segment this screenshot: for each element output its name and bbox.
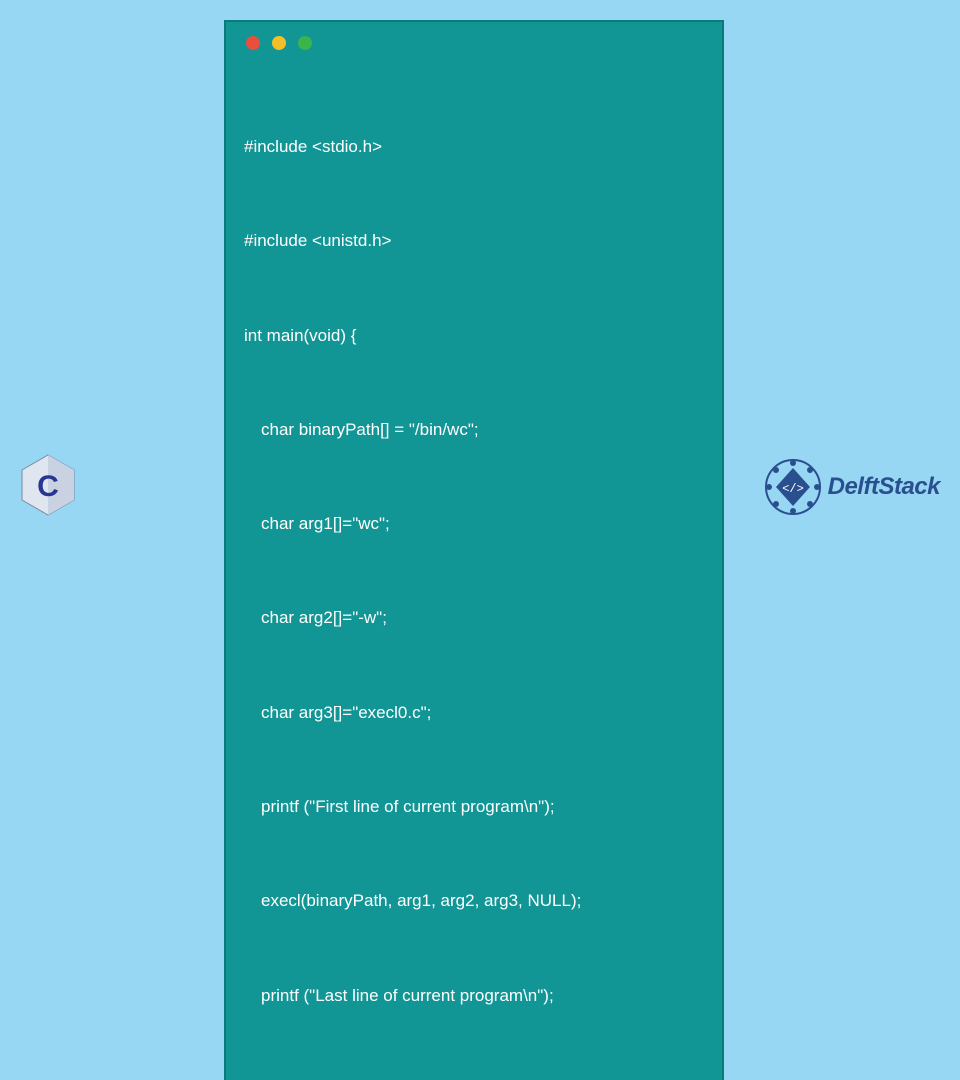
code-line: printf ("Last line of current program\n"…	[244, 980, 704, 1011]
window-controls	[244, 36, 704, 50]
code-line: #include <stdio.h>	[244, 131, 704, 162]
code-line: char arg1[]="wc";	[244, 508, 704, 539]
code-line: char arg3[]="execl0.c";	[244, 697, 704, 728]
code-line: execl(binaryPath, arg1, arg2, arg3, NULL…	[244, 885, 704, 916]
code-line: char arg2[]="-w";	[244, 602, 704, 633]
delftstack-badge-icon: </>	[764, 458, 822, 516]
minimize-icon	[272, 36, 286, 50]
c-logo-letter: C	[37, 470, 59, 503]
close-icon	[246, 36, 260, 50]
maximize-icon	[298, 36, 312, 50]
delftstack-logo: </> DelftStack	[764, 458, 940, 516]
c-language-logo: C	[20, 454, 76, 516]
svg-text:</>: </>	[782, 482, 804, 496]
code-block: #include <stdio.h> #include <unistd.h> i…	[244, 68, 704, 1080]
code-line: return 1;	[244, 1074, 704, 1080]
code-line: #include <unistd.h>	[244, 225, 704, 256]
code-window: #include <stdio.h> #include <unistd.h> i…	[224, 20, 724, 1080]
delftstack-text: DelftStack	[828, 473, 940, 501]
code-line: char binaryPath[] = "/bin/wc";	[244, 414, 704, 445]
code-line: int main(void) {	[244, 320, 704, 351]
code-line: printf ("First line of current program\n…	[244, 791, 704, 822]
